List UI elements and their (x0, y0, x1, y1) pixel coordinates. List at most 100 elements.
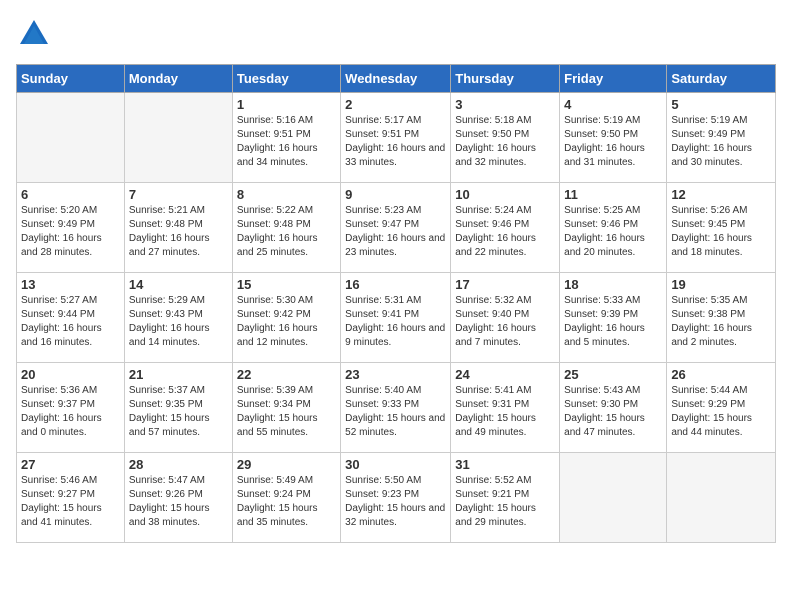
weekday-header: Thursday (451, 65, 560, 93)
day-number: 16 (345, 277, 446, 292)
calendar-cell (560, 453, 667, 543)
calendar-cell: 12 Sunrise: 5:26 AM Sunset: 9:45 PM Dayli… (667, 183, 776, 273)
week-row: 27 Sunrise: 5:46 AM Sunset: 9:27 PM Dayli… (17, 453, 776, 543)
day-number: 30 (345, 457, 446, 472)
weekday-header: Sunday (17, 65, 125, 93)
day-info: Sunrise: 5:47 AM Sunset: 9:26 PM Dayligh… (129, 474, 228, 530)
calendar-cell: 19 Sunrise: 5:35 AM Sunset: 9:38 PM Dayli… (667, 273, 776, 363)
day-number: 15 (237, 277, 336, 292)
weekday-header: Tuesday (232, 65, 340, 93)
calendar-cell (124, 93, 232, 183)
day-number: 29 (237, 457, 336, 472)
day-number: 18 (564, 277, 662, 292)
calendar-cell: 2Sunrise: 5:17 AM Sunset: 9:51 PM Daylig… (341, 93, 451, 183)
calendar-cell: 7 Sunrise: 5:21 AM Sunset: 9:48 PM Daylig… (124, 183, 232, 273)
calendar-cell: 10 Sunrise: 5:24 AM Sunset: 9:46 PM Dayli… (451, 183, 560, 273)
calendar-cell: 21 Sunrise: 5:37 AM Sunset: 9:35 PM Dayli… (124, 363, 232, 453)
weekday-header-row: SundayMondayTuesdayWednesdayThursdayFrid… (17, 65, 776, 93)
calendar-cell: 28Sunrise: 5:47 AM Sunset: 9:26 PM Dayli… (124, 453, 232, 543)
weekday-header: Wednesday (341, 65, 451, 93)
day-info: Sunrise: 5:33 AM Sunset: 9:39 PM Dayligh… (564, 294, 662, 350)
day-number: 22 (237, 367, 336, 382)
calendar-cell: 14Sunrise: 5:29 AM Sunset: 9:43 PM Dayli… (124, 273, 232, 363)
day-info: Sunrise: 5:25 AM Sunset: 9:46 PM Dayligh… (564, 204, 662, 260)
calendar-cell: 24Sunrise: 5:41 AM Sunset: 9:31 PM Dayli… (451, 363, 560, 453)
day-info: Sunrise: 5:52 AM Sunset: 9:21 PM Dayligh… (455, 474, 555, 530)
calendar-cell: 15 Sunrise: 5:30 AM Sunset: 9:42 PM Dayli… (232, 273, 340, 363)
day-info: Sunrise: 5:19 AM Sunset: 9:49 PM Dayligh… (671, 114, 771, 170)
day-number: 14 (129, 277, 228, 292)
day-number: 5 (671, 97, 771, 112)
day-info: Sunrise: 5:23 AM Sunset: 9:47 PM Dayligh… (345, 204, 446, 260)
calendar-cell: 5 Sunrise: 5:19 AM Sunset: 9:49 PM Daylig… (667, 93, 776, 183)
calendar-table: SundayMondayTuesdayWednesdayThursdayFrid… (16, 64, 776, 543)
day-info: Sunrise: 5:19 AM Sunset: 9:50 PM Dayligh… (564, 114, 662, 170)
day-info: Sunrise: 5:30 AM Sunset: 9:42 PM Dayligh… (237, 294, 336, 350)
day-number: 8 (237, 187, 336, 202)
day-number: 11 (564, 187, 662, 202)
day-number: 1 (237, 97, 336, 112)
day-number: 6 (21, 187, 120, 202)
week-row: 20 Sunrise: 5:36 AM Sunset: 9:37 PM Dayli… (17, 363, 776, 453)
calendar-cell: 6 Sunrise: 5:20 AM Sunset: 9:49 PM Daylig… (17, 183, 125, 273)
day-number: 10 (455, 187, 555, 202)
logo (16, 16, 56, 52)
calendar-cell: 9Sunrise: 5:23 AM Sunset: 9:47 PM Daylig… (341, 183, 451, 273)
day-info: Sunrise: 5:40 AM Sunset: 9:33 PM Dayligh… (345, 384, 446, 440)
day-info: Sunrise: 5:50 AM Sunset: 9:23 PM Dayligh… (345, 474, 446, 530)
day-info: Sunrise: 5:37 AM Sunset: 9:35 PM Dayligh… (129, 384, 228, 440)
day-info: Sunrise: 5:31 AM Sunset: 9:41 PM Dayligh… (345, 294, 446, 350)
calendar-cell: 26Sunrise: 5:44 AM Sunset: 9:29 PM Dayli… (667, 363, 776, 453)
day-info: Sunrise: 5:49 AM Sunset: 9:24 PM Dayligh… (237, 474, 336, 530)
day-info: Sunrise: 5:35 AM Sunset: 9:38 PM Dayligh… (671, 294, 771, 350)
calendar-cell: 8 Sunrise: 5:22 AM Sunset: 9:48 PM Daylig… (232, 183, 340, 273)
calendar-cell: 25 Sunrise: 5:43 AM Sunset: 9:30 PM Dayli… (560, 363, 667, 453)
calendar-cell: 4 Sunrise: 5:19 AM Sunset: 9:50 PM Daylig… (560, 93, 667, 183)
day-number: 26 (671, 367, 771, 382)
day-info: Sunrise: 5:18 AM Sunset: 9:50 PM Dayligh… (455, 114, 555, 170)
day-number: 20 (21, 367, 120, 382)
day-info: Sunrise: 5:20 AM Sunset: 9:49 PM Dayligh… (21, 204, 120, 260)
calendar-cell: 30 Sunrise: 5:50 AM Sunset: 9:23 PM Dayli… (341, 453, 451, 543)
day-info: Sunrise: 5:32 AM Sunset: 9:40 PM Dayligh… (455, 294, 555, 350)
weekday-header: Monday (124, 65, 232, 93)
day-number: 12 (671, 187, 771, 202)
day-number: 25 (564, 367, 662, 382)
week-row: 1 Sunrise: 5:16 AM Sunset: 9:51 PM Daylig… (17, 93, 776, 183)
day-info: Sunrise: 5:27 AM Sunset: 9:44 PM Dayligh… (21, 294, 120, 350)
calendar-cell: 13Sunrise: 5:27 AM Sunset: 9:44 PM Dayli… (17, 273, 125, 363)
day-number: 24 (455, 367, 555, 382)
calendar-cell (17, 93, 125, 183)
week-row: 6 Sunrise: 5:20 AM Sunset: 9:49 PM Daylig… (17, 183, 776, 273)
day-number: 19 (671, 277, 771, 292)
day-info: Sunrise: 5:46 AM Sunset: 9:27 PM Dayligh… (21, 474, 120, 530)
logo-icon (16, 16, 52, 52)
day-number: 4 (564, 97, 662, 112)
calendar-cell: 11 Sunrise: 5:25 AM Sunset: 9:46 PM Dayli… (560, 183, 667, 273)
calendar-cell: 22 Sunrise: 5:39 AM Sunset: 9:34 PM Dayli… (232, 363, 340, 453)
calendar-cell: 31Sunrise: 5:52 AM Sunset: 9:21 PM Dayli… (451, 453, 560, 543)
day-info: Sunrise: 5:43 AM Sunset: 9:30 PM Dayligh… (564, 384, 662, 440)
day-number: 27 (21, 457, 120, 472)
calendar-cell: 1 Sunrise: 5:16 AM Sunset: 9:51 PM Daylig… (232, 93, 340, 183)
weekday-header: Saturday (667, 65, 776, 93)
day-number: 21 (129, 367, 228, 382)
weekday-header: Friday (560, 65, 667, 93)
day-info: Sunrise: 5:21 AM Sunset: 9:48 PM Dayligh… (129, 204, 228, 260)
day-number: 23 (345, 367, 446, 382)
day-info: Sunrise: 5:26 AM Sunset: 9:45 PM Dayligh… (671, 204, 771, 260)
day-info: Sunrise: 5:22 AM Sunset: 9:48 PM Dayligh… (237, 204, 336, 260)
day-info: Sunrise: 5:16 AM Sunset: 9:51 PM Dayligh… (237, 114, 336, 170)
day-info: Sunrise: 5:17 AM Sunset: 9:51 PM Dayligh… (345, 114, 446, 170)
day-info: Sunrise: 5:39 AM Sunset: 9:34 PM Dayligh… (237, 384, 336, 440)
page-header (16, 16, 776, 52)
day-number: 17 (455, 277, 555, 292)
day-number: 7 (129, 187, 228, 202)
day-info: Sunrise: 5:36 AM Sunset: 9:37 PM Dayligh… (21, 384, 120, 440)
calendar-cell: 16 Sunrise: 5:31 AM Sunset: 9:41 PM Dayli… (341, 273, 451, 363)
calendar-cell: 18 Sunrise: 5:33 AM Sunset: 9:39 PM Dayli… (560, 273, 667, 363)
day-info: Sunrise: 5:24 AM Sunset: 9:46 PM Dayligh… (455, 204, 555, 260)
calendar-cell: 23 Sunrise: 5:40 AM Sunset: 9:33 PM Dayli… (341, 363, 451, 453)
calendar-cell: 3 Sunrise: 5:18 AM Sunset: 9:50 PM Daylig… (451, 93, 560, 183)
day-number: 3 (455, 97, 555, 112)
